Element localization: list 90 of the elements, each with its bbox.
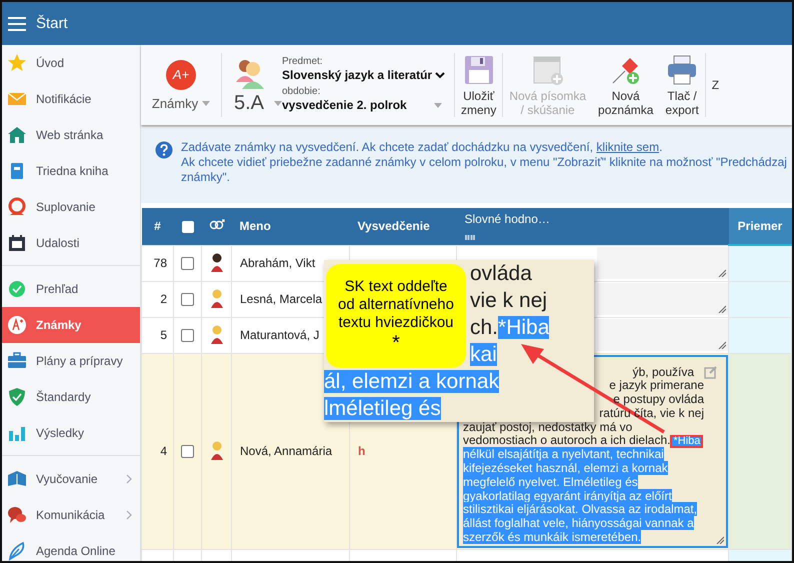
zoomed-text: kai [470,343,497,366]
sidebar-item[interactable]: Vyučovanie [2,461,140,497]
row-checkbox[interactable] [181,293,194,306]
note-text: zaujať postoj, nedostatky má vo [463,420,632,434]
period-select[interactable]: vysvedčenie 2. polrok [282,98,442,112]
toolbar-button[interactable]: Z [706,78,726,92]
note-field[interactable] [597,246,728,278]
table-cell: 78 [142,245,174,281]
zoomed-text: vie k nej [470,289,548,312]
table-cell: 5 [142,317,174,353]
help-icon [155,141,173,159]
select-all-checkbox[interactable] [182,221,194,234]
shield-icon [7,387,27,407]
subject-select[interactable]: Slovenský jazyk a literatúr [282,68,446,82]
column-header: Vysvedčenie [350,208,456,245]
sidebar-item[interactable]: Web stránka [2,117,140,153]
sidebar-item[interactable]: Komunikácia [2,497,140,533]
table-cell: 2 [142,281,174,317]
note-text: stilisztikai eljárásokat. Olvassa az irodalmat, [463,502,698,516]
toolbar-button[interactable]: Nová poznámka [592,54,660,116]
link[interactable]: kliknite sem [596,140,660,154]
sidebar-item[interactable]: Plány a prípravy [2,343,140,379]
grade-icon [7,315,27,335]
note-text: állást foglalhat vele, hiányosságai vannak a [463,516,694,530]
row-checkbox[interactable] [181,257,194,270]
printer-icon [666,54,698,86]
toolbar-button[interactable]: Uložiť zmeny [455,54,502,116]
ring-icon [7,197,27,217]
column-header: # [142,208,174,245]
note-text: nélkül elsajátítja a nyelvtant, technikai [463,447,664,462]
table-cell: 4 [142,353,174,549]
note-field[interactable] [597,282,728,314]
chevron-down-icon [435,72,446,78]
menu-icon[interactable] [8,16,26,30]
caret-icon [274,100,282,106]
info-text: Zadávate známky na vysvedčení. Ak chcete zadať dochádzku na vysvedčení, kliknite sem. [181,140,664,155]
sidebar-item[interactable]: Suplovanie [2,189,140,225]
chat-icon [7,505,27,525]
caret-icon [434,102,442,108]
sidebar-item[interactable]: Úvod [2,45,140,81]
star-icon [7,53,27,73]
zoomed-text: ovláda [470,262,532,285]
toolbar-button[interactable]: Tlač / export [659,54,705,116]
gender-icon [208,218,224,231]
sidebar-item[interactable]: Triedna kniha [2,153,140,189]
note-text: ýb, používa [632,364,694,378]
sidebar-item[interactable]: Štandardy [2,379,140,415]
row-checkbox[interactable] [181,329,194,342]
period-label: obdobie: [282,86,320,97]
sidebar-item[interactable]: Udalosti [2,225,140,261]
grades-dropdown[interactable]: A+ Známky [141,60,221,110]
page-title: Štart [36,15,68,32]
column-header: Slovné hodno… [464,212,551,226]
case-icon [7,351,27,371]
resize-handle-icon[interactable] [716,536,724,544]
row-checkbox[interactable] [181,445,194,458]
column-header: Priemer [728,208,792,245]
zoomed-text: lméletileg és [324,397,441,420]
subject-label: Predmet: [282,56,323,67]
cal-icon [7,233,27,253]
sidebar-item[interactable]: Výsledky [2,415,140,451]
check-icon [7,279,27,299]
framed-text: *Hiba [670,434,704,448]
caret-icon [202,100,210,106]
resize-handle-icon[interactable] [718,340,726,348]
feather-icon [7,541,27,561]
callout-mark: * [392,334,400,352]
info-text: Ak chcete vidieť priebežne zadanné známky v celom polroku, v menu "Zobraziť" kliknite na možnosť "Predchádzaj [181,155,787,170]
grade-value: h [358,444,366,458]
quote-icon [464,235,474,240]
note-text: gyakorlatilag egyaránt irányítja az előírt [463,488,672,503]
calendar-icon [532,54,564,86]
note-text: e jazyk primerane [609,378,704,392]
note-text: szerzők és munkáik ismeretében. [463,530,642,544]
note-text: megfelelő nyelvet. Elméletileg és [463,474,638,489]
class-dropdown[interactable]: 5.A [222,56,282,114]
sidebar-item[interactable]: Prehľad [2,271,140,307]
sidebar-item[interactable]: Notifikácie [2,81,140,117]
sidebar-item[interactable]: Agenda Online [2,533,140,561]
resize-handle-icon[interactable] [718,268,726,276]
info-text: známky". [181,170,231,185]
note-field[interactable] [597,318,728,350]
note-text: ratúru číta, vie k nej [599,406,704,420]
zoomed-text: ál, elemzi a kornak [324,370,500,393]
zoomed-text: ch. [470,316,498,339]
resize-handle-icon[interactable] [718,304,726,312]
column-header: Meno [232,208,350,245]
note-text: kifejezéseket használ, elemzi a kornak [463,461,668,476]
home-icon [7,125,27,145]
note-text: vedomostiach o autoroch a ich dielach. [463,433,670,448]
